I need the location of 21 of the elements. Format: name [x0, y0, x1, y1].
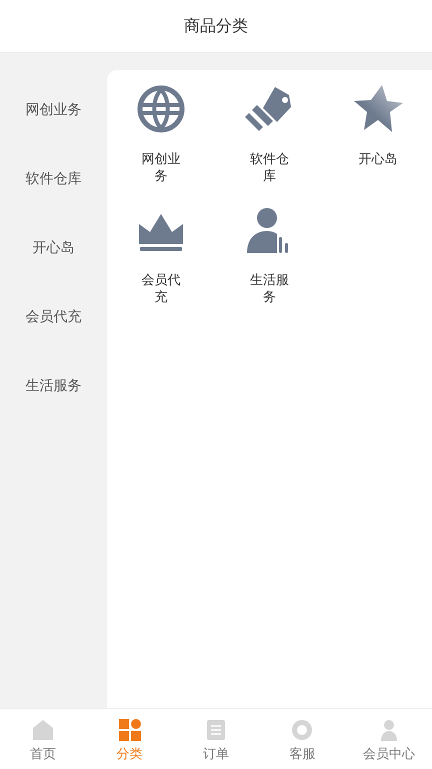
star-icon — [352, 84, 403, 134]
sidebar-item[interactable]: 软件仓库 — [26, 162, 82, 188]
tab[interactable]: 会员中心 — [346, 709, 432, 769]
category-label[interactable]: 会员代充 — [140, 272, 182, 306]
document-icon — [206, 719, 226, 741]
category-label[interactable]: 软件仓库 — [248, 151, 290, 185]
sidebar-item[interactable]: 开心岛 — [32, 231, 74, 257]
tab[interactable]: 首页 — [0, 709, 86, 769]
tab[interactable]: 订单 — [172, 709, 260, 769]
tab[interactable]: 客服 — [259, 709, 346, 769]
sidebar-item[interactable]: 会员代充 — [26, 300, 82, 326]
category-label[interactable]: 网创业务 — [140, 151, 182, 185]
category-label[interactable]: 开心岛 — [356, 151, 399, 168]
sidebar-item[interactable]: 网创业务 — [26, 93, 82, 119]
tag-icon — [245, 85, 294, 133]
globe-icon — [137, 85, 186, 133]
category-label[interactable]: 生活服务 — [248, 272, 290, 306]
page-title: 商品分类 — [184, 16, 248, 36]
home-icon — [32, 719, 54, 741]
sidebar-item[interactable]: 生活服务 — [26, 369, 82, 395]
grid-icon — [118, 719, 141, 741]
